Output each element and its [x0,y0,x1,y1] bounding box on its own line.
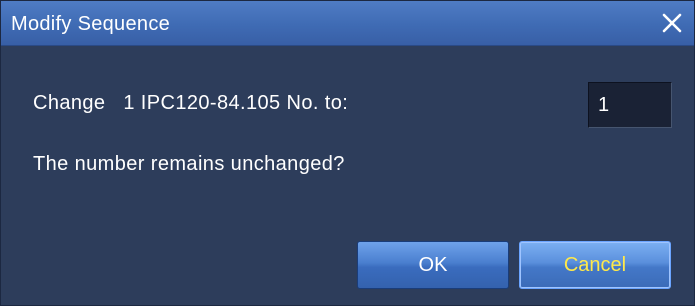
cancel-button[interactable]: Cancel [519,241,671,289]
dialog-titlebar[interactable]: Modify Sequence [1,1,694,46]
sequence-number-input[interactable] [588,82,672,128]
ok-button[interactable]: OK [357,241,509,289]
change-number-label: Change 1 IPC120-84.105 No. to: [33,92,349,114]
modify-sequence-dialog: Modify Sequence Change 1 IPC120-84.105 N… [0,0,695,306]
unchanged-question-text: The number remains unchanged? [33,153,345,175]
close-icon[interactable] [660,11,684,35]
dialog-title: Modify Sequence [11,13,171,35]
